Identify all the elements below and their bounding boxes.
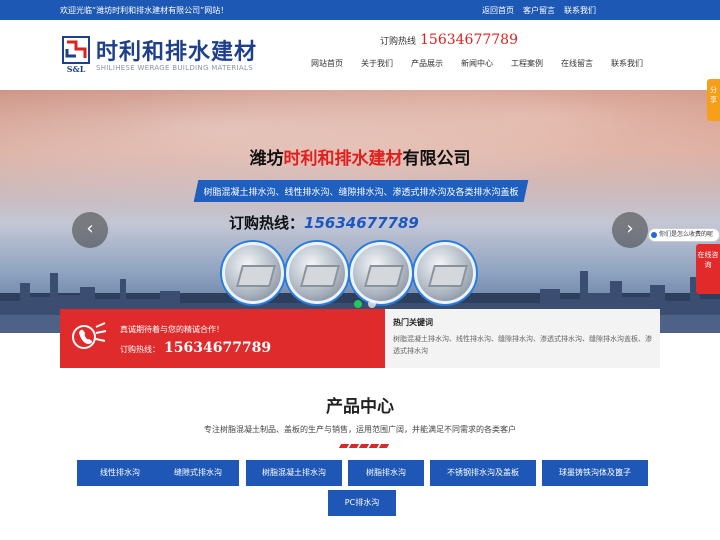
contact-hotline-label: 订购热线： bbox=[120, 345, 160, 354]
category-linear[interactable]: 线性排水沟 bbox=[77, 460, 163, 486]
top-link-contact[interactable]: 联系我们 bbox=[564, 5, 596, 16]
banner-title: 潍坊时利和排水建材有限公司 bbox=[0, 144, 720, 169]
product-image bbox=[222, 242, 284, 304]
welcome-text: 欢迎光临“潍坊时利和排水建材有限公司”网站！ bbox=[60, 6, 229, 15]
phone-icon bbox=[72, 322, 107, 349]
category-resin-concrete[interactable]: 树脂混凝土排水沟 bbox=[246, 460, 342, 486]
category-stainless[interactable]: 不锈钢排水沟及盖板 bbox=[430, 460, 536, 486]
chevron-right-icon: › bbox=[626, 218, 634, 239]
chat-bubble-text: 你们是怎么收费的呢 bbox=[659, 231, 714, 238]
contact-box: 真诚期待着与您的精诚合作！ 订购热线： 15634677789 bbox=[60, 309, 385, 368]
main-nav: 网站首页 关于我们 产品展示 新闻中心 工程案例 在线留言 联系我们 bbox=[311, 58, 661, 69]
banner-strip-text: 树脂混凝土排水沟、线性排水沟、缝隙排水沟、渗透式排水沟及各类排水沟盖板 bbox=[203, 188, 519, 198]
category-resin[interactable]: 树脂排水沟 bbox=[348, 460, 424, 486]
section-divider bbox=[338, 444, 390, 448]
logo-icon[interactable]: S&L bbox=[62, 36, 90, 74]
product-image bbox=[350, 242, 412, 304]
banner-products bbox=[222, 242, 476, 304]
nav-message[interactable]: 在线留言 bbox=[561, 58, 593, 69]
category-pc[interactable]: PC排水沟 bbox=[328, 490, 396, 516]
nav-home[interactable]: 网站首页 bbox=[311, 58, 343, 69]
banner-next-button[interactable]: › bbox=[612, 212, 648, 248]
banner-title-highlight: 时利和排水建材 bbox=[283, 149, 403, 169]
section-subtitle: 专注树脂混凝土制品、盖板的生产与销售，运用范围广阔，并能满足不同需求的各类客户 bbox=[204, 425, 516, 434]
banner-prev-button[interactable]: ‹ bbox=[72, 212, 108, 248]
banner-phone: 订购热线：15634677789 bbox=[229, 212, 419, 233]
product-image bbox=[286, 242, 348, 304]
category-slot[interactable]: 缝隙式排水沟 bbox=[157, 460, 239, 486]
nav-about[interactable]: 关于我们 bbox=[361, 58, 393, 69]
logo-mark-text: S&L bbox=[67, 64, 86, 74]
banner-phone-number: 15634677789 bbox=[304, 214, 419, 232]
chevron-left-icon: ‹ bbox=[86, 218, 94, 239]
online-consult-tab[interactable]: 在线咨询 bbox=[696, 244, 720, 294]
section-title: 产品中心 bbox=[326, 397, 394, 417]
top-link-message[interactable]: 客户留言 bbox=[523, 5, 555, 16]
keywords-box: 热门关键词 树脂混凝土排水沟、线性排水沟、缝隙排水沟、渗透式排水沟、缝隙排水沟盖… bbox=[385, 309, 660, 368]
banner-title-prefix: 潍坊 bbox=[249, 149, 284, 169]
contact-greeting: 真诚期待着与您的精诚合作！ bbox=[120, 325, 224, 334]
logo-subtitle: SHILIHESE WERAGE BUILDING MATERIALS bbox=[96, 64, 253, 72]
nav-cases[interactable]: 工程案例 bbox=[511, 58, 543, 69]
chat-bubble[interactable]: 你们是怎么收费的呢 bbox=[648, 228, 720, 242]
category-ductile-iron[interactable]: 球墨铸铁沟体及篦子 bbox=[542, 460, 648, 486]
hotline-label: 订购热线 bbox=[380, 37, 417, 47]
keywords-title: 热门关键词 bbox=[393, 318, 433, 327]
banner-dot-1[interactable] bbox=[354, 300, 362, 308]
hotline-number: 15634677789 bbox=[420, 32, 518, 48]
contact-hotline-number: 15634677789 bbox=[164, 340, 272, 356]
product-image bbox=[414, 242, 476, 304]
nav-products[interactable]: 产品展示 bbox=[411, 58, 443, 69]
nav-news[interactable]: 新闻中心 bbox=[461, 58, 493, 69]
share-tab[interactable]: 分享 bbox=[707, 79, 720, 121]
top-bar: 欢迎光临“潍坊时利和排水建材有限公司”网站！ 返回首页 客户留言 联系我们 bbox=[0, 0, 720, 20]
contact-hotline: 订购热线： 15634677789 bbox=[120, 340, 271, 356]
top-links: 返回首页 客户留言 联系我们 bbox=[482, 5, 596, 16]
logo-title[interactable]: 时利和排水建材 bbox=[96, 34, 257, 66]
banner-phone-label: 订购热线： bbox=[229, 214, 305, 232]
top-link-home[interactable]: 返回首页 bbox=[482, 5, 514, 16]
chat-icon bbox=[651, 232, 657, 238]
banner-title-suffix: 有限公司 bbox=[402, 149, 471, 169]
banner-dot-2[interactable] bbox=[368, 300, 376, 308]
banner-dots bbox=[354, 300, 376, 308]
keywords-list[interactable]: 树脂混凝土排水沟、线性排水沟、缝隙排水沟、渗透式排水沟、缝隙排水沟盖板、渗透式排… bbox=[393, 333, 653, 357]
header-hotline: 订购热线 15634677789 bbox=[380, 32, 518, 48]
hero-banner: 潍坊时利和排水建材有限公司 树脂混凝土排水沟、线性排水沟、缝隙排水沟、渗透式排水… bbox=[0, 90, 720, 333]
site-header: S&L 时利和排水建材 SHILIHESE WERAGE BUILDING MA… bbox=[0, 20, 720, 90]
nav-contact[interactable]: 联系我们 bbox=[611, 58, 643, 69]
